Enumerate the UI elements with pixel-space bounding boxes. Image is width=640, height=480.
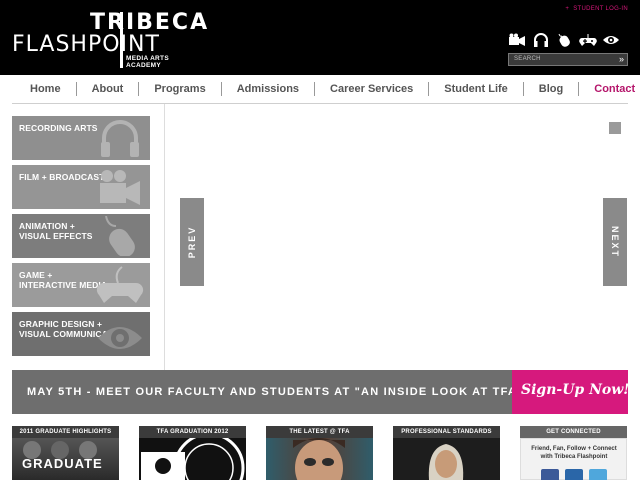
program-tile-label: GAME + INTERACTIVE MEDIA <box>19 270 108 290</box>
student-login-label: STUDENT LOG-IN <box>573 6 628 12</box>
feature-slider <box>164 104 628 370</box>
portrait-image <box>393 438 500 480</box>
get-connected-title: GET CONNECTED <box>520 426 627 438</box>
site-header: TRIBECA FLASHPOINT MEDIA ARTS ACADEMY + S… <box>0 0 640 75</box>
eye-icon[interactable] <box>602 33 620 47</box>
nav-item-blog[interactable]: Blog <box>522 82 578 96</box>
card-title: 2011 GRADUATE HIGHLIGHTS <box>12 426 119 438</box>
event-banner[interactable]: MAY 5TH - MEET OUR FACULTY AND STUDENTS … <box>12 370 630 414</box>
mouse-icon <box>96 215 144 258</box>
card-professional-standards[interactable]: PROFESSIONAL STANDARDS <box>393 426 500 480</box>
eye-icon <box>96 314 144 354</box>
program-tile-label: RECORDING ARTS <box>19 123 98 133</box>
plus-icon: + <box>565 6 570 12</box>
nav-item-contact[interactable]: Contact <box>578 82 640 96</box>
card-title: PROFESSIONAL STANDARDS <box>393 426 500 438</box>
card-latest-tfa[interactable]: THE LATEST @ TFA <box>266 426 373 480</box>
video-camera-icon <box>96 167 144 207</box>
signup-now-button[interactable]: Sign-Up Now! <box>512 370 630 414</box>
signup-now-label: Sign-Up Now! <box>521 382 630 398</box>
nav-item-about[interactable]: About <box>75 82 139 96</box>
headphones-icon <box>96 118 144 158</box>
main-nav: Home About Programs Admissions Career Se… <box>12 78 635 100</box>
gamepad-icon <box>96 265 144 305</box>
prev-label: PREV <box>187 225 197 259</box>
slide-indicator[interactable] <box>609 122 621 134</box>
card-overlay-text: GRADUATE <box>22 456 103 471</box>
header-icon-row <box>508 32 620 48</box>
card-title: TFA GRADUATION 2012 <box>139 426 246 438</box>
card-tfa-graduation[interactable]: TFA GRADUATION 2012 <box>139 426 246 480</box>
program-tile-label: ANIMATION + VISUAL EFFECTS <box>19 221 93 241</box>
nav-item-career-services[interactable]: Career Services <box>314 82 428 96</box>
get-connected-body: Friend, Fan, Follow + Connect with Tribe… <box>520 438 627 480</box>
page: TRIBECA FLASHPOINT MEDIA ARTS ACADEMY + S… <box>0 0 640 480</box>
student-login-link[interactable]: + STUDENT LOG-IN <box>565 6 628 12</box>
video-camera-icon[interactable] <box>508 33 526 47</box>
card-title: THE LATEST @ TFA <box>266 426 373 438</box>
program-tile-label: FILM + BROADCAST <box>19 172 105 182</box>
event-banner-text: MAY 5TH - MEET OUR FACULTY AND STUDENTS … <box>27 386 524 398</box>
search-input[interactable]: SEARCH <box>514 56 541 62</box>
program-tile-animation-vfx[interactable]: ANIMATION + VISUAL EFFECTS <box>12 214 150 258</box>
nav-item-admissions[interactable]: Admissions <box>220 82 314 96</box>
card-graduate-highlights[interactable]: 2011 GRADUATE HIGHLIGHTS GRADUATE <box>12 426 119 480</box>
program-tile-graphic-design[interactable]: GRAPHIC DESIGN + VISUAL COMMUNICATION <box>12 312 150 356</box>
program-tile-film-broadcast[interactable]: FILM + BROADCAST <box>12 165 150 209</box>
facebook-icon[interactable] <box>541 469 559 480</box>
headphones-icon[interactable] <box>532 33 550 47</box>
nav-item-programs[interactable]: Programs <box>138 82 220 96</box>
program-tile-recording-arts[interactable]: RECORDING ARTS <box>12 116 150 160</box>
search-box[interactable]: SEARCH » <box>508 53 628 66</box>
twitter-icon[interactable] <box>589 469 607 480</box>
gamepad-icon[interactable] <box>578 33 597 47</box>
next-label: NEXT <box>610 225 620 259</box>
program-tile-game-interactive[interactable]: GAME + INTERACTIVE MEDIA <box>12 263 150 307</box>
nav-item-home[interactable]: Home <box>12 82 76 96</box>
portrait-image <box>266 438 373 480</box>
site-logo[interactable]: TRIBECA FLASHPOINT MEDIA ARTS ACADEMY <box>10 8 207 69</box>
social-icon[interactable] <box>565 469 583 480</box>
mouse-icon[interactable] <box>555 33 573 47</box>
slider-next-button[interactable]: NEXT <box>603 198 627 286</box>
get-connected-panel: GET CONNECTED Friend, Fan, Follow + Conn… <box>520 426 627 480</box>
logo-subtitle: MEDIA ARTS ACADEMY <box>126 55 169 69</box>
program-tiles: RECORDING ARTS FILM + BROADCAST ANIMATIO… <box>12 116 150 361</box>
search-submit-icon[interactable]: » <box>619 55 624 64</box>
graduation-seal-image <box>139 438 246 480</box>
logo-flashpoint: FLASHPOINT <box>12 32 160 57</box>
slider-prev-button[interactable]: PREV <box>180 198 204 286</box>
get-connected-text: Friend, Fan, Follow + Connect with Tribe… <box>531 446 617 460</box>
nav-item-student-life[interactable]: Student Life <box>428 82 523 96</box>
